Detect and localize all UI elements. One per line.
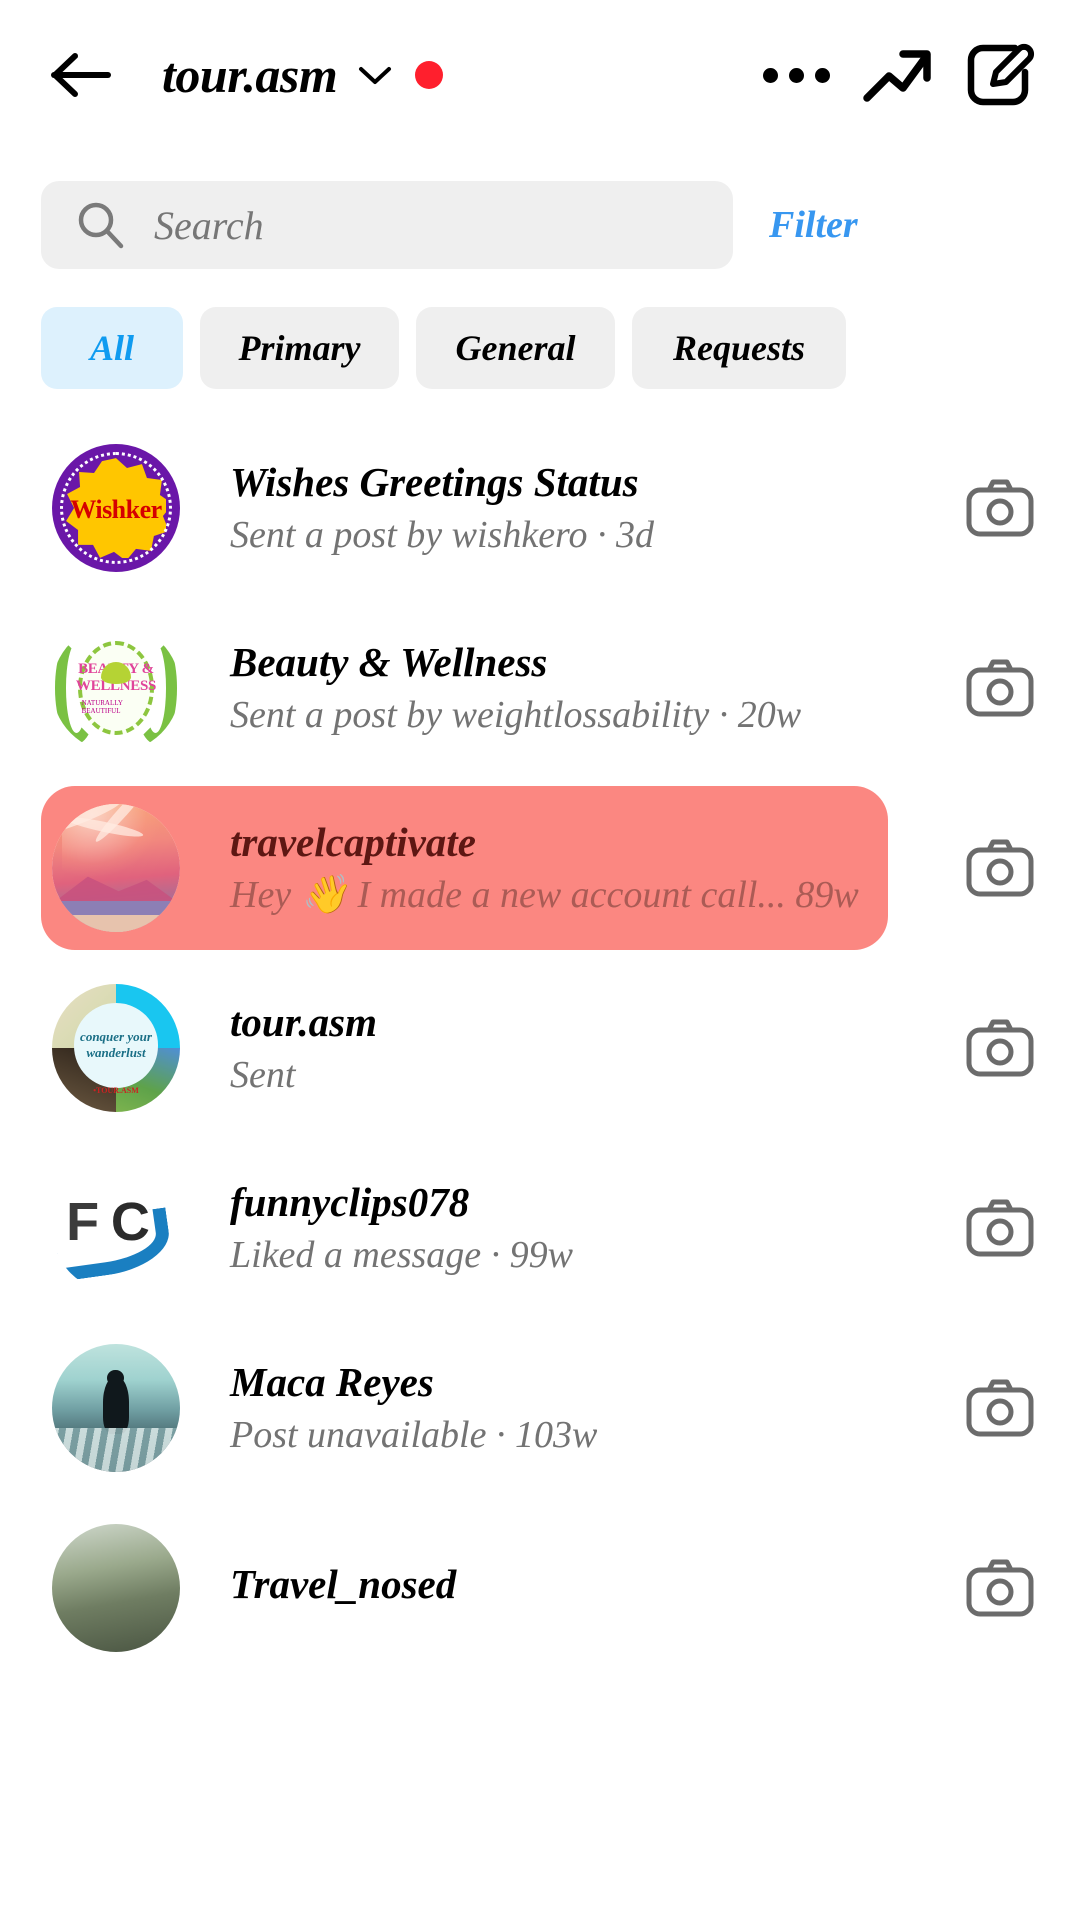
conversation-row[interactable]: Maca Reyes Post unavailable · 103w [0, 1318, 1080, 1498]
conversation-text: travelcaptivate Hey 👋 I made a new accou… [230, 818, 920, 919]
conversation-preview: Post unavailable · 103w [230, 1413, 598, 1456]
avatar[interactable]: Wishker [52, 444, 180, 572]
camera-icon [966, 479, 1034, 537]
avatar[interactable] [52, 1524, 180, 1652]
page-title: tour.asm [162, 47, 338, 103]
camera-button[interactable] [920, 838, 1080, 898]
compose-button[interactable] [958, 33, 1042, 117]
camera-button[interactable] [920, 478, 1080, 538]
tab-primary[interactable]: Primary [200, 307, 399, 389]
avatar[interactable]: BEAUTY & WELLNESS NATURALLY BEAUTIFUL [52, 624, 180, 752]
camera-icon [966, 839, 1034, 897]
conversation-row[interactable]: Travel_nosed [0, 1498, 1080, 1678]
conversation-row[interactable]: Wishker Wishes Greetings Status Sent a p… [0, 418, 1080, 598]
tab-general[interactable]: General [416, 307, 615, 389]
conversation-row[interactable]: conquer your wanderlust •TOUR.ASM tour.a… [0, 958, 1080, 1138]
tab-all[interactable]: All [41, 307, 183, 389]
conversation-name: Maca Reyes [230, 1358, 434, 1405]
avatar-label: Wishker [70, 495, 162, 525]
conversation-list: Wishker Wishes Greetings Status Sent a p… [0, 418, 1080, 1678]
chevron-down-icon [357, 63, 393, 87]
unread-badge-dot [415, 61, 444, 89]
camera-button[interactable] [920, 1378, 1080, 1438]
conversation-name: Beauty & Wellness [230, 638, 548, 685]
conversation-row[interactable]: F C funnyclips078 Liked a message · 99w [0, 1138, 1080, 1318]
conversation-preview: Sent a post by wishkero · 3d [230, 513, 654, 556]
conversation-name: funnyclips078 [230, 1178, 470, 1225]
camera-button[interactable] [920, 1018, 1080, 1078]
conversation-preview: Liked a message · 99w [230, 1233, 574, 1276]
conversation-name: Wishes Greetings Status [230, 458, 639, 505]
conversation-text: Travel_nosed [230, 1560, 920, 1615]
camera-button[interactable] [920, 1198, 1080, 1258]
back-button[interactable] [38, 32, 124, 118]
conversation-row-selected[interactable]: travelcaptivate Hey 👋 I made a new accou… [0, 778, 1080, 958]
avatar[interactable] [52, 804, 180, 932]
camera-button[interactable] [920, 658, 1080, 718]
more-options-button[interactable] [754, 33, 838, 117]
search-placeholder: Search [154, 202, 264, 248]
avatar-sublabel: •TOUR.ASM [93, 1086, 139, 1096]
camera-icon [966, 1199, 1034, 1257]
avatar[interactable]: F C [52, 1164, 180, 1292]
search-row: Search Filter [0, 181, 1080, 269]
avatar-sublabel: NATURALLY BEAUTIFUL [81, 698, 123, 715]
avatar[interactable]: conquer your wanderlust •TOUR.ASM [52, 984, 180, 1112]
tab-requests[interactable]: Requests [632, 307, 846, 389]
avatar[interactable] [52, 1344, 180, 1472]
camera-icon [966, 659, 1034, 717]
camera-icon [966, 1559, 1034, 1617]
conversation-name: travelcaptivate [230, 818, 476, 865]
filter-button[interactable]: Filter [769, 203, 858, 247]
more-options-icon [762, 67, 830, 83]
inbox-tabs: All Primary General Requests [41, 307, 846, 389]
trending-arrow-icon [863, 50, 931, 102]
conversation-row[interactable]: BEAUTY & WELLNESS NATURALLY BEAUTIFUL Be… [0, 598, 1080, 778]
search-icon [75, 199, 127, 251]
camera-icon [966, 1379, 1034, 1437]
back-arrow-icon [51, 53, 111, 97]
app-header: tour.asm [0, 0, 1080, 150]
conversation-preview: Hey 👋 I made a new account call... 89w [230, 873, 859, 916]
conversation-preview: Sent a post by weightlossability · 20w [230, 693, 802, 736]
conversation-name: Travel_nosed [230, 1561, 457, 1608]
conversation-text: funnyclips078 Liked a message · 99w [230, 1178, 920, 1279]
conversation-text: Maca Reyes Post unavailable · 103w [230, 1358, 920, 1459]
conversation-preview: Sent [230, 1053, 296, 1096]
conversation-text: tour.asm Sent [230, 998, 920, 1099]
conversation-text: Beauty & Wellness Sent a post by weightl… [230, 638, 920, 739]
account-switcher[interactable]: tour.asm [162, 46, 444, 104]
insights-button[interactable] [856, 33, 940, 117]
camera-icon [966, 1019, 1034, 1077]
search-input[interactable]: Search [41, 181, 733, 269]
camera-button[interactable] [920, 1558, 1080, 1618]
conversation-name: tour.asm [230, 998, 377, 1045]
conversation-text: Wishes Greetings Status Sent a post by w… [230, 458, 920, 559]
avatar-label: conquer your wanderlust [80, 1029, 152, 1061]
compose-message-icon [967, 43, 1035, 106]
